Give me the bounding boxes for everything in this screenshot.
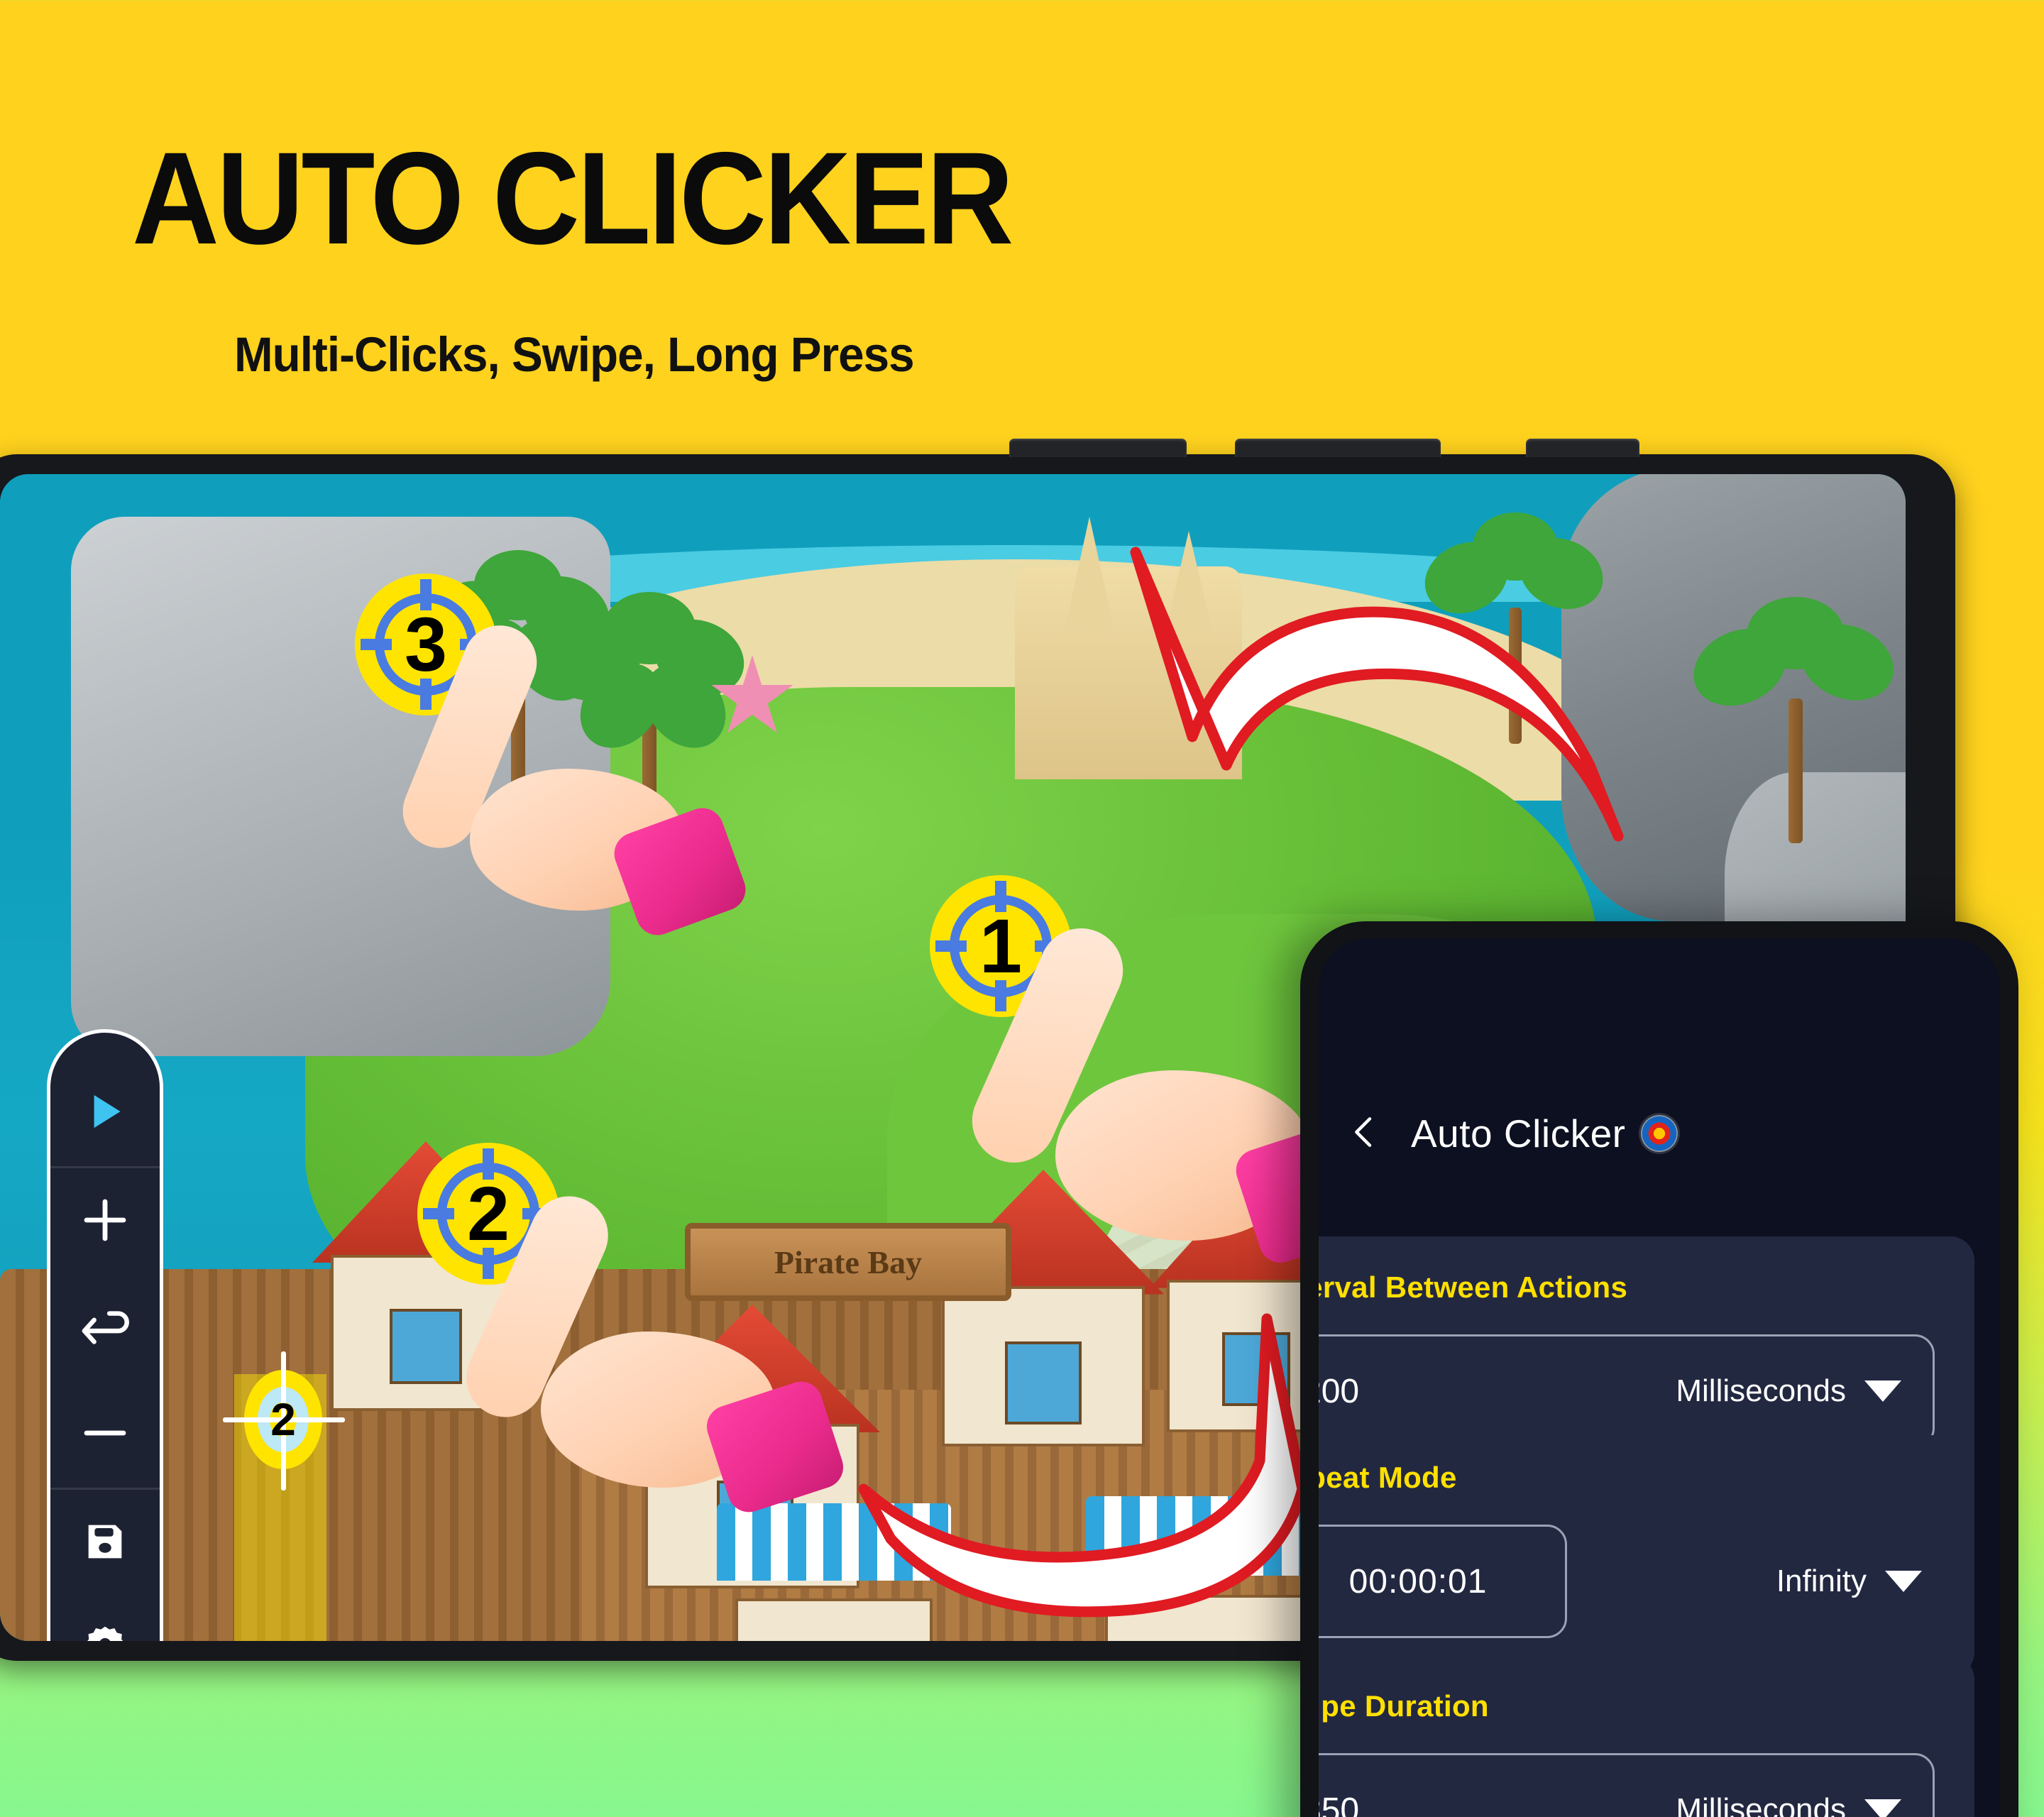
toolbar-item-add-swipe[interactable] bbox=[50, 1275, 160, 1381]
plus-icon bbox=[77, 1192, 133, 1251]
interval-field[interactable]: 200 Milliseconds bbox=[1319, 1334, 1935, 1448]
repeat-mode-row: 00:00:01 Infinity bbox=[1319, 1525, 1935, 1638]
page-subtitle: Multi-Clicks, Swipe, Long Press bbox=[234, 327, 915, 382]
phone1-button-3[interactable] bbox=[1526, 439, 1639, 457]
toolbar-item-remove-point[interactable] bbox=[50, 1381, 160, 1488]
play-icon bbox=[79, 1085, 131, 1141]
swipe-duration-value[interactable]: 350 bbox=[1319, 1791, 1359, 1817]
chevron-down-icon bbox=[1885, 1571, 1922, 1592]
repeat-duration-value: 00:00:01 bbox=[1348, 1562, 1488, 1601]
chevron-left-icon bbox=[1345, 1112, 1385, 1155]
interval-value[interactable]: 200 bbox=[1319, 1372, 1359, 1411]
repeat-duration-field[interactable]: 00:00:01 bbox=[1319, 1525, 1567, 1638]
pointing-hand-3 bbox=[391, 614, 752, 941]
swipe-duration-unit-select[interactable]: Milliseconds bbox=[1676, 1792, 1901, 1817]
swipe-duration-unit-label: Milliseconds bbox=[1676, 1792, 1846, 1817]
chevron-down-icon bbox=[1864, 1380, 1901, 1402]
toolbar-item-settings[interactable] bbox=[50, 1596, 160, 1641]
arrow-pointer-top bbox=[1130, 547, 1624, 842]
arrow-pointer-bottom bbox=[858, 1313, 1308, 1618]
repeat-mode-select[interactable]: Infinity bbox=[1776, 1564, 1935, 1599]
gear-icon bbox=[79, 1622, 131, 1641]
target-logo-icon bbox=[1641, 1115, 1678, 1152]
toolbar-item-play[interactable] bbox=[50, 1060, 160, 1166]
save-floppy-icon bbox=[80, 1517, 130, 1570]
page-title: AUTO CLICKER bbox=[132, 126, 1013, 272]
minus-icon bbox=[77, 1405, 133, 1464]
swipe-arrow-icon bbox=[75, 1296, 136, 1361]
pointing-hand-2 bbox=[454, 1183, 849, 1518]
toolbar-item-save[interactable] bbox=[50, 1490, 160, 1596]
interval-unit-label: Milliseconds bbox=[1676, 1373, 1846, 1408]
repeat-mode-label: Infinity bbox=[1776, 1564, 1867, 1598]
app-header: Auto Clicker bbox=[1319, 1080, 2000, 1187]
chevron-down-icon bbox=[1864, 1799, 1901, 1817]
back-button[interactable] bbox=[1319, 1112, 1411, 1155]
swipe-marker-label: 2 bbox=[270, 1394, 296, 1445]
phone1-button-2[interactable] bbox=[1235, 439, 1441, 457]
interval-unit-select[interactable]: Milliseconds bbox=[1676, 1373, 1901, 1409]
swipe-marker-vertical-start[interactable]: 2 bbox=[223, 1351, 345, 1491]
settings-phone-screen: Auto Clicker Interval Between Actions 20… bbox=[1319, 938, 2000, 1817]
app-title: Auto Clicker bbox=[1411, 1111, 1626, 1155]
card-label: Repeat Mode bbox=[1319, 1461, 1457, 1494]
swipe-duration-field[interactable]: 350 Milliseconds bbox=[1319, 1753, 1935, 1817]
settings-phone-frame: Auto Clicker Interval Between Actions 20… bbox=[1300, 921, 2018, 1817]
floating-toolbar[interactable] bbox=[47, 1029, 163, 1641]
card-repeat-mode: Repeat Mode 00:00:01 Infinity bbox=[1319, 1435, 1974, 1676]
card-swipe-duration: Swipe Duration 350 Milliseconds bbox=[1319, 1655, 1974, 1817]
phone1-button-1[interactable] bbox=[1009, 439, 1187, 457]
hero-banner: AUTO CLICKER Multi-Clicks, Swipe, Long P… bbox=[0, 0, 2044, 454]
card-label: Swipe Duration bbox=[1319, 1689, 1489, 1723]
toolbar-item-add-point[interactable] bbox=[50, 1168, 160, 1275]
palm-tree bbox=[1681, 597, 1906, 843]
card-label: Interval Between Actions bbox=[1319, 1270, 1628, 1304]
